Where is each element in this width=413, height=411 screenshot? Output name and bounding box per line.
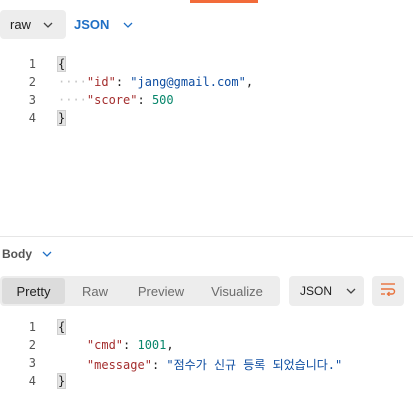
json-key: "message": [86, 358, 152, 372]
response-body-dropdown[interactable]: Body: [2, 245, 52, 263]
tab-visualize[interactable]: Visualize: [197, 278, 277, 304]
active-tab-indicator: [190, 0, 258, 3]
json-comma: ,: [245, 75, 254, 89]
json-separator: :: [151, 358, 167, 372]
line-number: 2: [28, 338, 36, 352]
chevron-down-icon: [346, 288, 356, 294]
line-number: 4: [28, 111, 36, 125]
json-string-value: "jang@gmail.com": [130, 75, 246, 89]
json-key: "score": [86, 93, 138, 107]
tab-raw[interactable]: Raw: [65, 278, 125, 304]
indent-guide: ····: [58, 75, 87, 89]
response-view-tabs: Pretty Raw Preview Visualize: [0, 276, 280, 306]
json-comma: ,: [166, 338, 174, 352]
response-section-label: Body: [2, 247, 32, 261]
body-mode-dropdown[interactable]: raw: [0, 10, 66, 39]
json-key: "cmd": [86, 338, 124, 352]
json-string-value: "점수가 신규 등록 되었습니다.": [166, 358, 343, 372]
open-brace: {: [56, 319, 67, 335]
json-number-value: 1001: [137, 338, 167, 352]
chevron-down-icon: [43, 22, 53, 28]
line-number: 4: [28, 374, 36, 388]
chevron-down-icon: [42, 251, 52, 257]
line-number: 1: [28, 57, 36, 71]
json-separator: :: [115, 75, 131, 89]
json-separator: :: [137, 93, 152, 107]
line-number: 3: [28, 93, 36, 107]
pane-divider[interactable]: [0, 236, 413, 237]
line-number: 1: [28, 320, 36, 334]
json-separator: :: [123, 338, 138, 352]
response-format-label: JSON: [300, 284, 333, 298]
json-number-value: 500: [151, 93, 174, 107]
close-brace: }: [56, 110, 67, 126]
response-format-dropdown[interactable]: JSON: [289, 276, 364, 306]
chevron-down-icon: [123, 22, 133, 28]
json-key: "id": [86, 75, 116, 89]
close-brace: }: [56, 373, 67, 389]
wrap-lines-icon: [380, 282, 396, 301]
tab-preview[interactable]: Preview: [125, 278, 197, 304]
indent-guide: ····: [58, 93, 87, 107]
open-brace: {: [56, 56, 67, 72]
body-mode-label: raw: [10, 17, 31, 32]
request-language-dropdown[interactable]: JSON: [74, 10, 133, 39]
wrap-lines-button[interactable]: [372, 276, 404, 306]
tab-pretty[interactable]: Pretty: [2, 278, 65, 304]
line-number: 3: [28, 356, 36, 370]
request-body-editor[interactable]: 1 { 2 ····"id": "jang@gmail.com", 3 ····…: [0, 51, 413, 231]
request-language-label: JSON: [74, 17, 110, 32]
line-number: 2: [28, 75, 36, 89]
response-body-viewer[interactable]: 1 { 2 "cmd": 1001, 3 "message": "점수가 신규 …: [0, 316, 413, 406]
